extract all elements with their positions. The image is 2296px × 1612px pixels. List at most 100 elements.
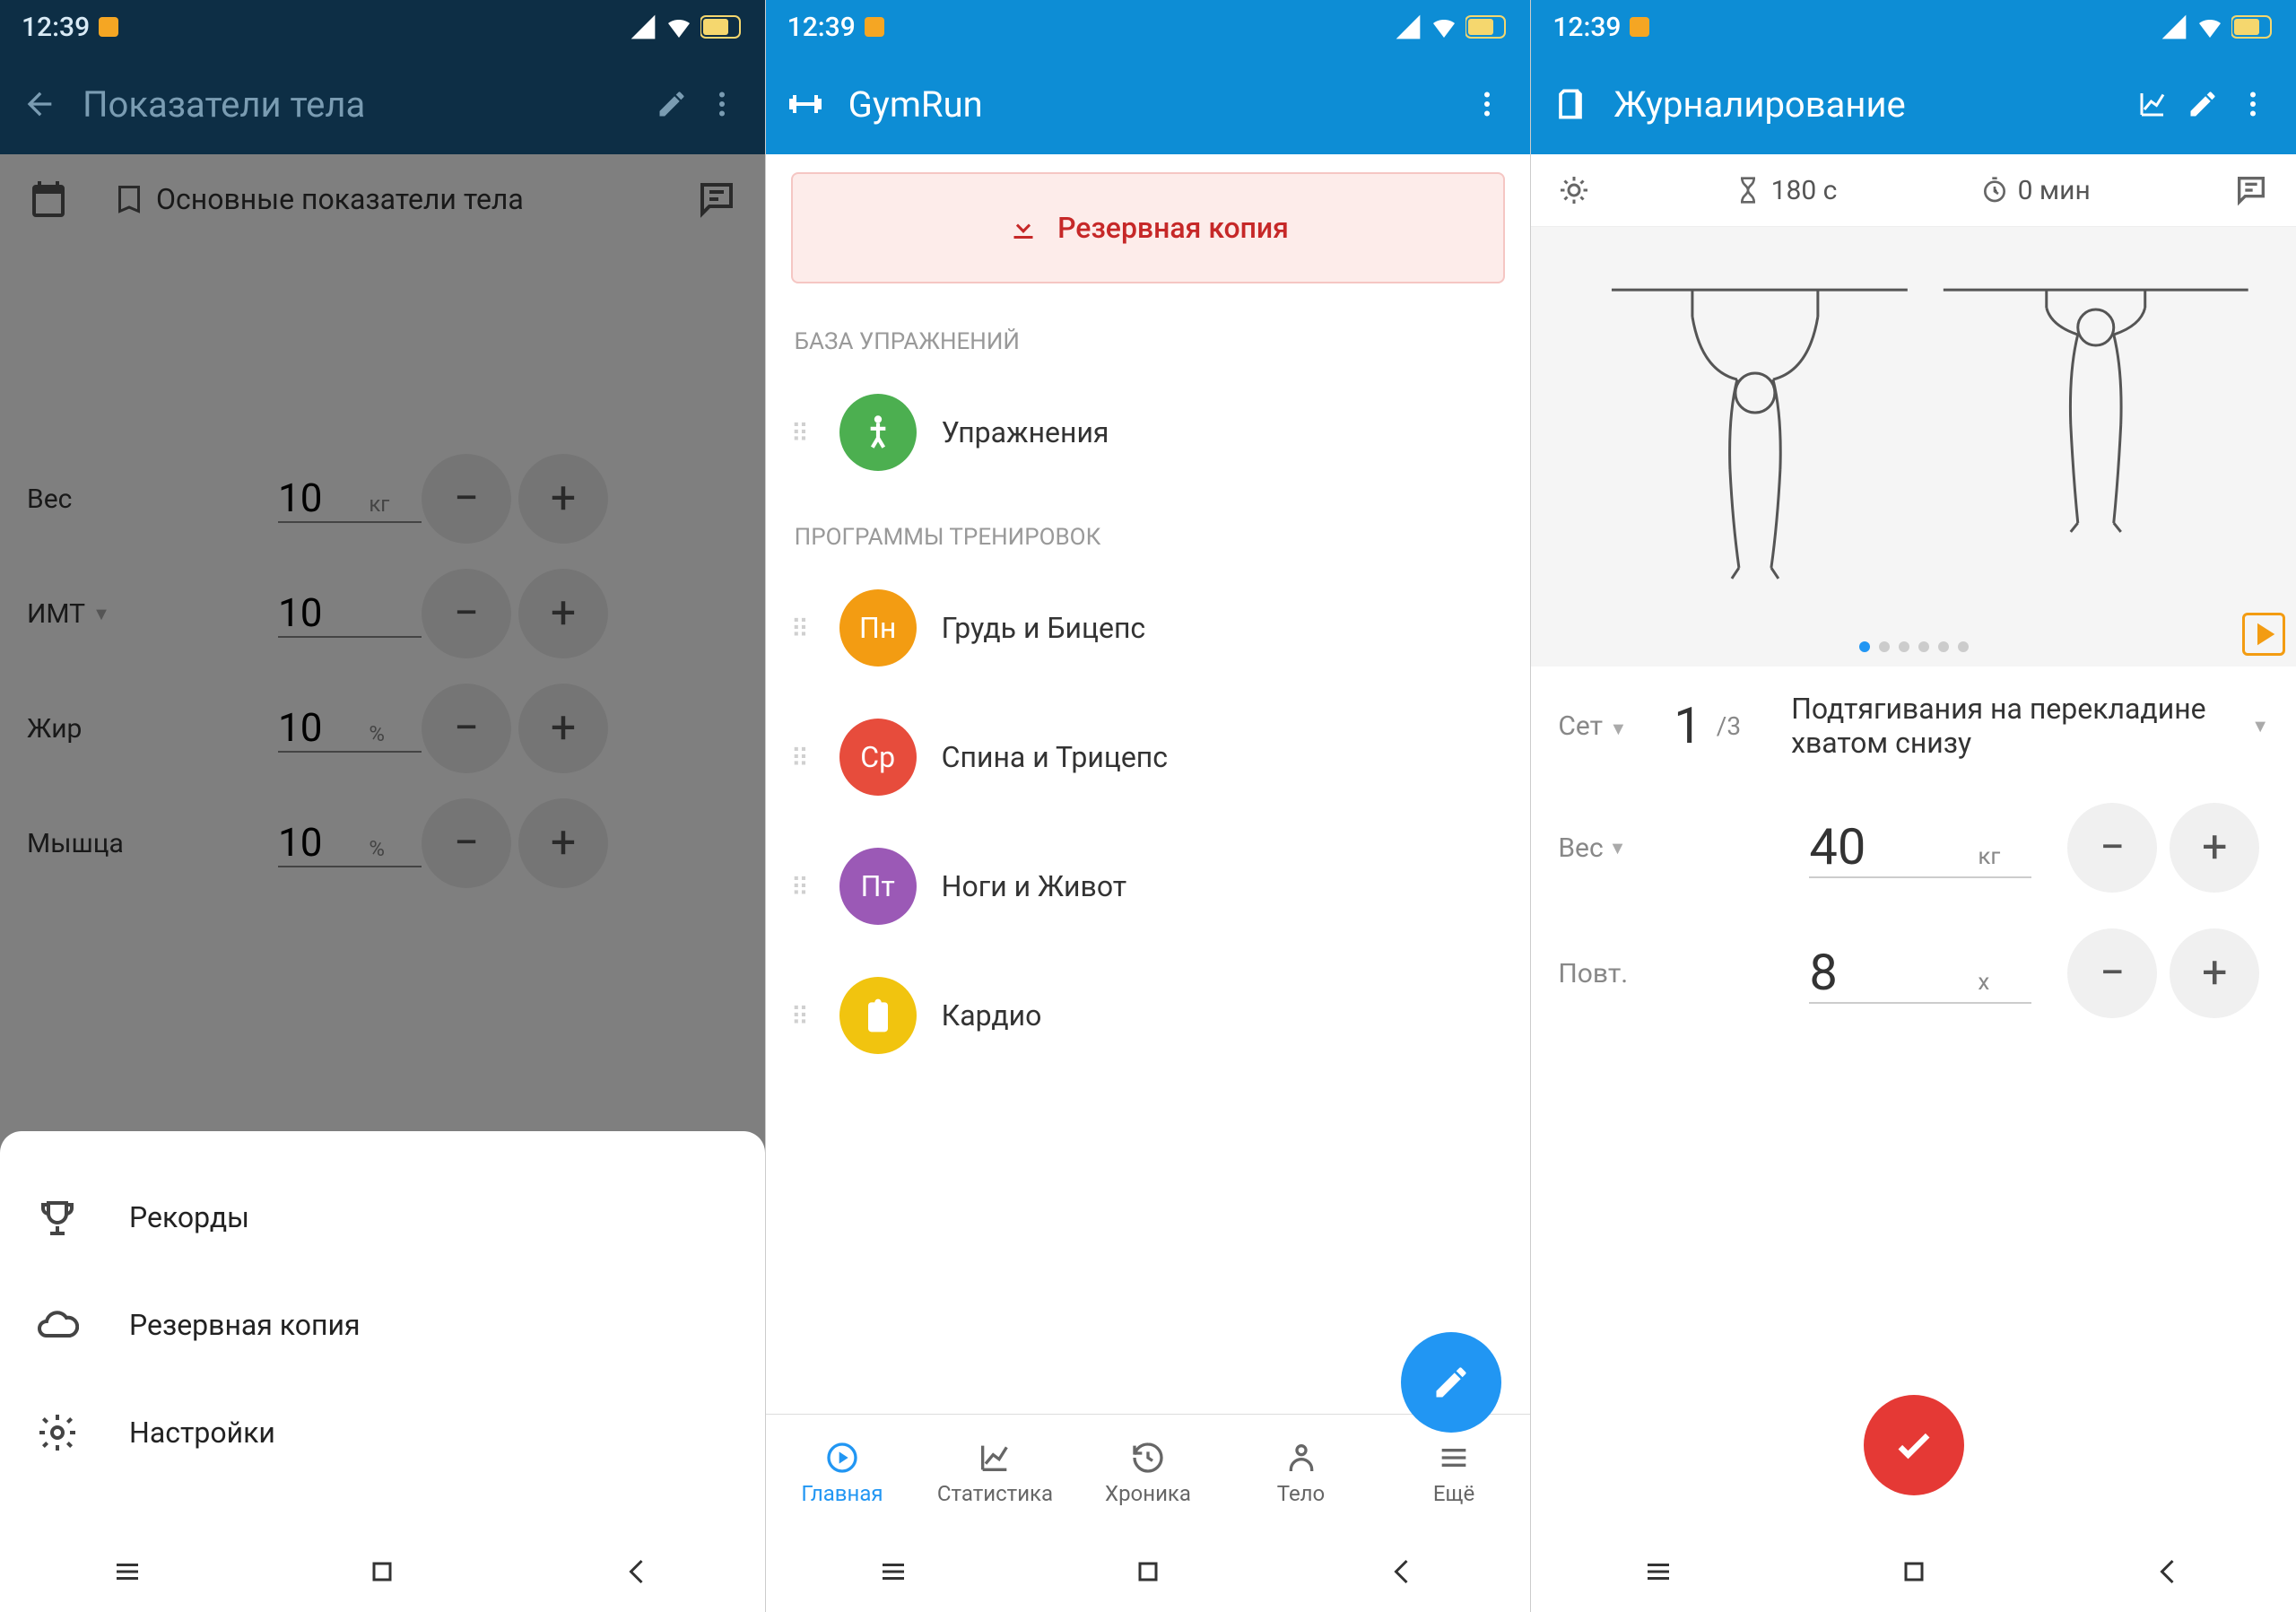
brightness-button[interactable] (1558, 174, 1590, 206)
back-button-nav[interactable] (2144, 1547, 2194, 1597)
records-item[interactable]: Рекорды (0, 1163, 765, 1271)
more-button[interactable] (697, 79, 747, 129)
timer1[interactable]: 180 с (1734, 175, 1838, 206)
menu-icon (1436, 1440, 1472, 1476)
prog-item-cardio[interactable]: Кардио (766, 951, 1531, 1080)
bottom-sheet: Рекорды Резервная копия Настройки (0, 1131, 765, 1531)
more-button[interactable] (1462, 79, 1512, 129)
reps-plus-button[interactable]: + (2170, 928, 2259, 1018)
app-indicator-icon (99, 17, 118, 37)
weight-row: Вес▼ 40кг −+ (1531, 785, 2296, 911)
set-total: /3 (1717, 711, 1741, 741)
day-badge: Ср (839, 719, 917, 796)
info-strip: 180 с 0 мин (1531, 154, 2296, 227)
backup-card[interactable]: Резервная копия (791, 172, 1506, 283)
dumbbell-icon[interactable] (784, 83, 827, 126)
play-circle-icon (824, 1440, 860, 1476)
wifi-icon (665, 13, 693, 41)
person-icon (1283, 1440, 1319, 1476)
status-bar: 12:39 (0, 0, 765, 54)
gear-icon (36, 1411, 79, 1454)
prog-item-fri[interactable]: Пт Ноги и Живот (766, 822, 1531, 951)
nav-body[interactable]: Тело (1224, 1415, 1378, 1531)
cloud-icon (36, 1303, 79, 1346)
section-header-db: БАЗА УПРАЖНЕНИЙ (766, 301, 1531, 368)
weight-input[interactable]: 40 (1809, 817, 1970, 876)
more-button[interactable] (2228, 79, 2278, 129)
weight-minus-button[interactable]: − (2067, 803, 2157, 893)
history-icon (1130, 1440, 1166, 1476)
back-button-nav[interactable] (613, 1547, 663, 1597)
system-nav (1531, 1531, 2296, 1612)
recent-apps-button[interactable] (102, 1547, 152, 1597)
set-label[interactable]: Сет ▼ (1558, 710, 1627, 742)
clock: 12:39 (1552, 12, 1621, 43)
nav-chronicle[interactable]: Хроника (1072, 1415, 1225, 1531)
app-bar: Показатели тела (0, 54, 765, 154)
chart-icon (977, 1440, 1013, 1476)
day-badge: Пт (839, 848, 917, 925)
reps-input[interactable]: 8 (1809, 943, 1970, 1002)
signal-icon (2160, 13, 2188, 41)
day-badge: Пн (839, 589, 917, 667)
page-title: Показатели тела (83, 83, 647, 126)
app-indicator-icon (1630, 17, 1649, 37)
prog-item-mon[interactable]: Пн Грудь и Бицепс (766, 563, 1531, 693)
wifi-icon (1430, 13, 1458, 41)
home-button[interactable] (1889, 1547, 1939, 1597)
drag-handle-icon[interactable] (791, 873, 818, 900)
download-icon (1007, 212, 1039, 244)
settings-item[interactable]: Настройки (0, 1379, 765, 1486)
app-bar: GymRun (766, 54, 1531, 154)
nav-stats[interactable]: Статистика (918, 1415, 1072, 1531)
backup-item[interactable]: Резервная копия (0, 1271, 765, 1379)
clipboard-icon (839, 977, 917, 1054)
set-current: 1 (1674, 696, 1701, 755)
clock: 12:39 (22, 12, 90, 43)
play-video-button[interactable] (2242, 613, 2285, 656)
exercise-set-row: Сет ▼ 1 /3 Подтягивания на перекладине х… (1531, 667, 2296, 785)
chart-button[interactable] (2127, 79, 2178, 129)
confirm-fab[interactable] (1864, 1395, 1964, 1495)
recent-apps-button[interactable] (868, 1547, 918, 1597)
page-title: Журналирование (1613, 83, 2127, 126)
signal-icon (629, 13, 657, 41)
nav-home[interactable]: Главная (766, 1415, 919, 1531)
clock: 12:39 (787, 12, 856, 43)
back-button-nav[interactable] (1378, 1547, 1428, 1597)
drag-handle-icon[interactable] (791, 744, 818, 771)
exercises-item[interactable]: Упражнения (766, 368, 1531, 497)
drag-handle-icon[interactable] (791, 614, 818, 641)
exercise-name[interactable]: Подтягивания на перекладине хватом снизу (1791, 692, 2237, 760)
section-header-prog: ПРОГРАММЫ ТРЕНИРОВОК (766, 497, 1531, 563)
signal-icon (1394, 13, 1422, 41)
edit-fab[interactable] (1401, 1332, 1501, 1433)
edit-button[interactable] (647, 79, 697, 129)
battery-icon (1465, 14, 1509, 39)
comment-icon[interactable] (2233, 172, 2269, 208)
body-icon (839, 394, 917, 471)
prog-item-wed[interactable]: Ср Спина и Трицепс (766, 693, 1531, 822)
home-button[interactable] (1123, 1547, 1173, 1597)
drag-handle-icon[interactable] (791, 1002, 818, 1029)
edit-button[interactable] (2178, 79, 2228, 129)
reps-minus-button[interactable]: − (2067, 928, 2157, 1018)
status-bar: 12:39 (766, 0, 1531, 54)
app-bar: Журналирование (1531, 54, 2296, 154)
timer2[interactable]: 0 мин (1980, 175, 2091, 206)
system-nav (0, 1531, 765, 1612)
reps-row: Повт. 8x −+ (1531, 911, 2296, 1036)
bottom-nav: Главная Статистика Хроника Тело Ещё (766, 1414, 1531, 1531)
app-indicator-icon (865, 17, 884, 37)
app-title: GymRun (848, 83, 1463, 126)
battery-icon (700, 14, 744, 39)
exercise-illustration[interactable] (1531, 227, 2296, 667)
back-button[interactable] (18, 83, 61, 126)
weight-plus-button[interactable]: + (2170, 803, 2259, 893)
trophy-icon (36, 1196, 79, 1239)
recent-apps-button[interactable] (1633, 1547, 1683, 1597)
clipboard-icon[interactable] (1549, 83, 1592, 126)
battery-icon (2231, 14, 2274, 39)
home-button[interactable] (357, 1547, 407, 1597)
drag-handle-icon[interactable] (791, 419, 818, 446)
